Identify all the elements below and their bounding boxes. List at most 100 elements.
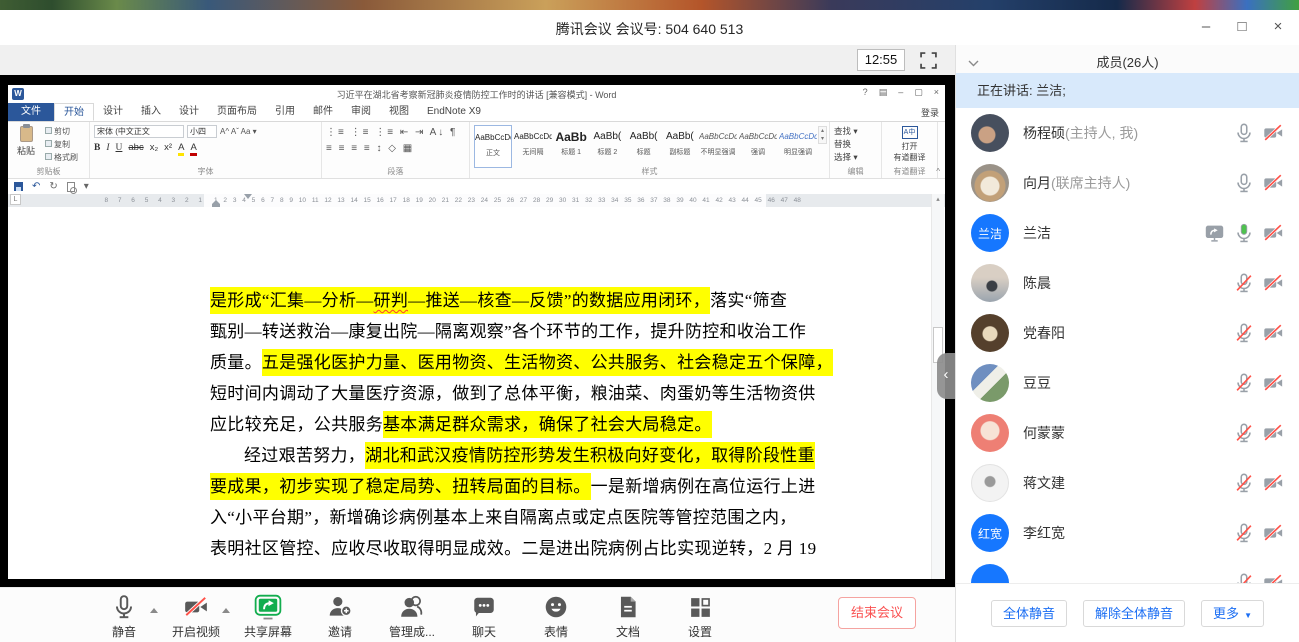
word-signin[interactable]: 登录	[921, 106, 939, 119]
ruler-right-numbers: 1 2 3 4 5 6 7 8 9 10 11 12 13 14 15 16 1…	[214, 197, 801, 204]
font-size-select[interactable]: 小四	[187, 125, 217, 138]
word-help-icon[interactable]: ?	[863, 87, 868, 98]
save-icon[interactable]	[14, 182, 23, 191]
word-ribbon-options-icon[interactable]: ▤	[879, 87, 888, 98]
maximize-icon[interactable]: □	[1231, 15, 1253, 39]
member-row[interactable]: 党春阳	[956, 308, 1299, 358]
paste-button[interactable]: 粘贴	[12, 125, 40, 168]
style-item[interactable]: AaBb标题 1	[554, 125, 588, 168]
cut-button[interactable]: 剪切	[45, 125, 78, 138]
emoji-button[interactable]: 表情	[520, 593, 592, 640]
start-video-button[interactable]: 开启视频	[160, 593, 232, 640]
settings-button[interactable]: 设置	[664, 593, 736, 640]
subscript-button[interactable]: x₂	[150, 142, 158, 153]
avatar	[971, 314, 1009, 352]
superscript-button[interactable]: x²	[164, 142, 172, 153]
tab-mailings[interactable]: 邮件	[304, 103, 342, 121]
horizontal-ruler[interactable]: 8 7 6 5 4 3 2 1 1 2 3 4 5 6 7 8 9 10 11 …	[8, 194, 945, 207]
tab-endnote[interactable]: EndNote X9	[418, 103, 490, 121]
tab-design-1[interactable]: 设计	[94, 103, 132, 121]
mute-button[interactable]: 静音	[88, 593, 160, 640]
tab-insert[interactable]: 插入	[132, 103, 170, 121]
share-screen-icon	[232, 593, 304, 621]
copy-button[interactable]: 复制	[45, 138, 78, 151]
style-item[interactable]: AaBbCcDd正文	[474, 125, 512, 168]
manage-members-button[interactable]: 管理成...	[376, 593, 448, 640]
tab-home[interactable]: 开始	[54, 103, 94, 121]
meeting-title: 腾讯会议 会议号: 504 640 513	[0, 19, 1299, 39]
mute-all-button[interactable]: 全体静音	[991, 600, 1067, 627]
tab-references[interactable]: 引用	[266, 103, 304, 121]
word-doc-title: 习近平在湖北省考察新冠肺炎疫情防控工作时的讲话 [兼容模式] - Word	[8, 88, 945, 101]
more-button[interactable]: 更多▼	[1201, 600, 1264, 627]
tab-design-2[interactable]: 设计	[170, 103, 208, 121]
end-meeting-button[interactable]: 结束会议	[838, 597, 916, 629]
mic-options-arrow-icon[interactable]	[150, 604, 158, 613]
font-extra-buttons[interactable]: A^ Aˇ Aa ▾	[220, 127, 257, 136]
format-painter-button[interactable]: 格式刷	[45, 151, 78, 164]
close-icon[interactable]: ×	[1267, 15, 1289, 39]
print-preview-icon[interactable]	[67, 182, 75, 192]
member-row[interactable]: 陈晨	[956, 258, 1299, 308]
style-item[interactable]: AaBbCcDd明显强调	[779, 125, 817, 168]
strikethrough-button[interactable]: abc	[128, 142, 143, 153]
tab-view[interactable]: 视图	[380, 103, 418, 121]
style-item[interactable]: AaBb(标题	[627, 125, 661, 168]
italic-button[interactable]: I	[106, 143, 109, 153]
panel-collapse-handle[interactable]: ‹	[937, 353, 955, 399]
document-canvas[interactable]: 是形成“汇集—分析—研判—推送—核查—反馈”的数据应用闭环，落实“筛查 甄别—转…	[8, 207, 945, 579]
bold-button[interactable]: B	[94, 143, 100, 153]
unmute-all-button[interactable]: 解除全体静音	[1083, 600, 1185, 627]
mic-muted-icon	[1233, 372, 1255, 394]
style-item[interactable]: AaBbCcDd不明显强调	[699, 125, 737, 168]
qat-dropdown-icon[interactable]: ▾	[84, 181, 89, 192]
first-line-indent-marker[interactable]	[244, 194, 252, 203]
scroll-up-icon[interactable]: ▴	[932, 194, 944, 206]
member-row[interactable]: 杨程硕(主持人, 我)	[956, 108, 1299, 158]
chat-button[interactable]: 聊天	[448, 593, 520, 640]
undo-icon[interactable]: ↶	[32, 181, 40, 192]
font-color-button[interactable]: A	[190, 142, 196, 156]
youdao-icon: A中	[902, 126, 918, 139]
select-button[interactable]: 选择 ▾	[834, 151, 877, 164]
member-row[interactable]: 何蒙蒙	[956, 408, 1299, 458]
member-row[interactable]: 红宽 李红宽	[956, 508, 1299, 558]
style-item[interactable]: AaBb(副标题	[663, 125, 697, 168]
avatar: 兰洁	[971, 214, 1009, 252]
font-name-select[interactable]: 宋体 (中文正文	[94, 125, 184, 138]
word-restore-icon[interactable]: ▢	[914, 87, 923, 98]
member-row[interactable]: 蒋文建	[956, 458, 1299, 508]
left-indent-marker[interactable]	[212, 196, 220, 207]
member-row[interactable]: 向月(联席主持人)	[956, 158, 1299, 208]
tab-review[interactable]: 审阅	[342, 103, 380, 121]
tab-selector-box[interactable]: L	[10, 194, 21, 205]
paragraph-buttons-row2[interactable]: ≡ ≡ ≡ ≡ ↕ ◇ ▦	[326, 141, 465, 157]
meeting-timer: 12:55	[857, 49, 905, 71]
member-row[interactable]: 兰洁 兰洁	[956, 208, 1299, 258]
ribbon-collapse-icon[interactable]: ^	[936, 167, 940, 176]
find-button[interactable]: 查找 ▾	[834, 125, 877, 138]
paragraph-buttons-row1[interactable]: ⋮≡ ⋮≡ ⋮≡ ⇤ ⇥ A↓ ¶	[326, 125, 465, 141]
member-row[interactable]: 豆豆	[956, 358, 1299, 408]
share-screen-button[interactable]: 共享屏幕	[232, 593, 304, 640]
underline-button[interactable]: U	[116, 143, 123, 153]
fullscreen-icon[interactable]	[920, 52, 937, 69]
style-item[interactable]: AaBbCcDd强调	[739, 125, 777, 168]
word-close-icon[interactable]: ×	[934, 87, 939, 98]
style-item[interactable]: AaBb(标题 2	[590, 125, 624, 168]
member-row[interactable]	[956, 558, 1299, 583]
tab-file[interactable]: 文件	[8, 103, 54, 121]
meeting-main-region: 12:55 W 习近平在湖北省考察新冠肺炎疫情防控工作时的讲话 [兼容模式] -…	[0, 45, 955, 642]
redo-icon[interactable]: ↻	[49, 181, 57, 192]
word-minimize-icon[interactable]: –	[898, 87, 903, 98]
doc-line: 要成果，初步实现了稳定局势、扭转局面的目标。一是新增病例在高位运行上进	[210, 471, 785, 502]
replace-button[interactable]: 替换	[834, 138, 877, 151]
styles-gallery-scroll[interactable]: ▴▾	[818, 126, 827, 144]
tab-page-layout[interactable]: 页面布局	[208, 103, 266, 121]
minimize-icon[interactable]: –	[1195, 15, 1217, 39]
docs-button[interactable]: 文档	[592, 593, 664, 640]
highlight-color-button[interactable]: A	[178, 142, 184, 156]
invite-button[interactable]: 邀请	[304, 593, 376, 640]
video-options-arrow-icon[interactable]	[222, 604, 230, 613]
style-item[interactable]: AaBbCcDd无间隔	[514, 125, 552, 168]
